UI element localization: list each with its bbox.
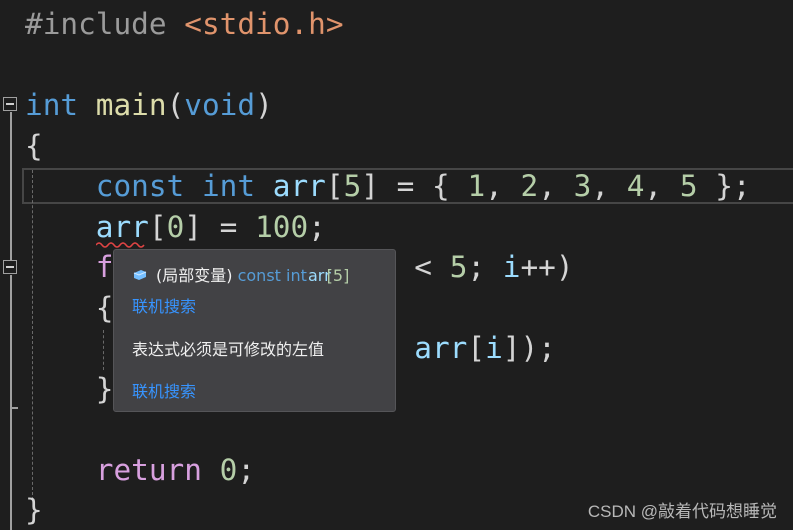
code-line[interactable]: arr[0] = 100;: [25, 207, 326, 247]
code-token: f: [95, 250, 114, 284]
code-token: arr: [414, 331, 468, 365]
collapse-for-icon[interactable]: [3, 260, 17, 274]
code-token: [: [325, 169, 344, 203]
code-token: };: [697, 169, 751, 203]
code-token: 0: [219, 452, 238, 487]
quick-info-tooltip: (局部变量) const int arr[5] 联机搜索 表达式必须是可修改的左…: [113, 249, 396, 412]
collapse-main-icon[interactable]: [3, 97, 17, 111]
code-line[interactable]: #include <stdio.h>: [25, 4, 344, 44]
signature-suffix: [5]: [326, 266, 350, 285]
code-token: arr: [95, 209, 149, 244]
code-token: return: [95, 452, 202, 487]
code-line[interactable]: }: [25, 369, 114, 409]
code-token: ;: [237, 452, 256, 487]
code-token: void: [184, 88, 256, 122]
code-token: 0: [166, 209, 185, 244]
error-message: 表达式必须是可修改的左值: [132, 340, 325, 359]
code-token: ++): [520, 250, 574, 284]
code-token: main: [95, 88, 167, 122]
signature-type: const int: [237, 266, 307, 285]
code-token: ] = {: [361, 169, 468, 203]
online-search-link[interactable]: 联机搜索: [132, 378, 196, 402]
code-token: 3: [573, 169, 592, 203]
local-variable-icon: [133, 270, 147, 280]
code-token: 5: [449, 250, 468, 284]
outline-line: [10, 112, 12, 260]
outline-tick: [10, 407, 18, 409]
code-token: ,: [485, 169, 521, 203]
signature-prefix: (局部变量): [156, 266, 233, 285]
code-token: ;: [467, 250, 503, 284]
error-squiggle: [96, 242, 145, 248]
code-token: }: [25, 493, 43, 527]
code-token: int: [25, 88, 79, 122]
code-token: 1: [467, 169, 486, 203]
code-token: [: [467, 331, 486, 365]
code-line[interactable]: return 0;: [25, 450, 255, 490]
code-token: ;: [308, 209, 326, 244]
code-token: {: [25, 128, 43, 163]
code-token: {: [95, 290, 114, 325]
code-token: ,: [591, 169, 627, 203]
code-token: ] =: [184, 209, 256, 244]
code-token: 5: [679, 169, 698, 203]
code-token: ,: [644, 169, 680, 203]
outline-line: [10, 275, 12, 530]
code-line[interactable]: int main(void): [25, 85, 273, 125]
code-token: <: [414, 250, 450, 284]
code-token: (: [166, 88, 185, 122]
code-token: i: [485, 331, 503, 365]
code-line[interactable]: {: [25, 126, 43, 166]
code-token: ): [255, 88, 273, 122]
code-token: i: [502, 250, 521, 284]
code-line[interactable]: }: [25, 490, 43, 530]
code-token: #include: [25, 7, 167, 41]
signature: (局部变量) const int arr[5]: [132, 262, 349, 286]
code-token: <stdio.h>: [184, 7, 344, 41]
code-token: ,: [538, 169, 574, 203]
code-token: 2: [520, 169, 539, 203]
code-token: }: [95, 371, 114, 406]
watermark: CSDN @敲着代码想睡觉: [587, 502, 777, 521]
online-search-link[interactable]: 联机搜索: [132, 293, 196, 317]
code-token: arr: [272, 169, 326, 203]
code-token: 100: [255, 209, 309, 244]
code-token: 4: [626, 169, 645, 203]
code-token: int: [201, 169, 256, 203]
code-token: 5: [343, 169, 362, 203]
code-line[interactable]: {: [25, 288, 114, 328]
code-token: const: [95, 169, 185, 203]
code-token: ]);: [502, 331, 556, 365]
code-line[interactable]: const int arr[5] = { 1, 2, 3, 4, 5 };: [25, 166, 751, 206]
code-token: [: [148, 209, 167, 244]
